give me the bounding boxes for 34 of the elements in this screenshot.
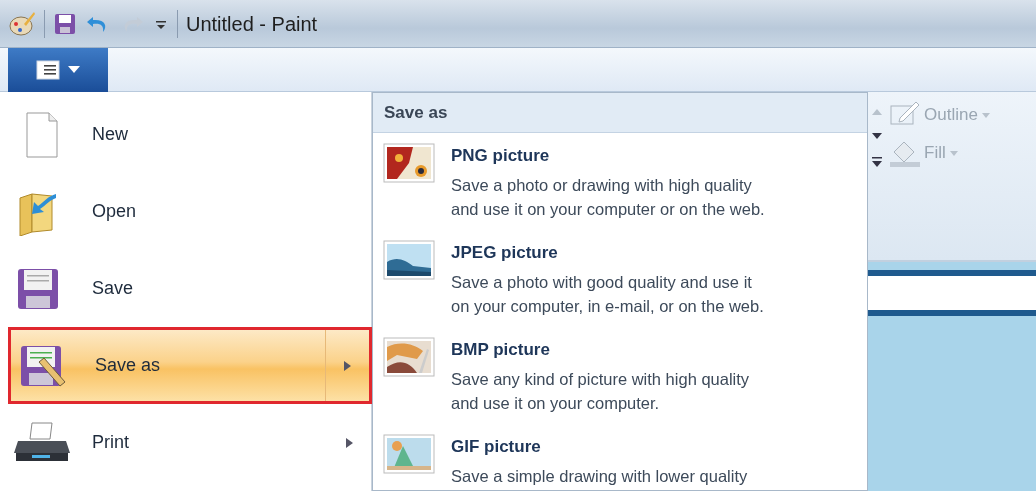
flowers-thumbnail-icon	[383, 143, 435, 183]
panel-header: Save as	[373, 93, 867, 133]
option-description: Save a photo with good quality and use it on your computer, in e-mail, or on the web.	[451, 271, 764, 317]
caret-icon	[981, 112, 990, 118]
landscape-thumbnail-icon	[383, 240, 435, 280]
document-list-icon	[36, 60, 60, 80]
option-description: Save a simple drawing with lower quality	[451, 465, 748, 487]
expand-icon[interactable]	[872, 156, 882, 168]
scroll-down-icon[interactable]	[872, 132, 882, 140]
option-title: GIF picture	[451, 436, 542, 458]
save-format-option[interactable]: GIF picture Save a simple drawing with lower quality	[373, 424, 867, 490]
window-title: Untitled - Paint	[186, 11, 318, 37]
menu-item[interactable]: New	[0, 96, 371, 173]
menu-item[interactable]: Print	[0, 404, 371, 481]
option-title: PNG picture	[451, 145, 551, 167]
paint-brushes-thumbnail-icon	[383, 337, 435, 377]
menu-item[interactable]: Open	[0, 173, 371, 250]
submenu-arrow-icon	[345, 437, 353, 448]
save-format-option[interactable]: PNG picture Save a photo or drawing with high quality and use it on your computer or on the web.	[373, 133, 867, 230]
save-format-option[interactable]: BMP picture Save any kind of picture with high quality and use it on your computer.	[373, 327, 867, 424]
caret-icon	[949, 150, 958, 156]
option-title: JPEG picture	[451, 242, 559, 264]
option-description: Save any kind of picture with high quality and use it on your computer.	[451, 368, 750, 414]
file-menu-button[interactable]	[8, 48, 108, 92]
submenu-arrow-icon	[344, 360, 351, 371]
option-title: BMP picture	[451, 339, 551, 361]
menu-item[interactable]: Save	[0, 250, 371, 327]
save-format-option[interactable]: JPEG picture Save a photo with good quality and use it on your computer, in e-mail, or on the web.	[373, 230, 867, 327]
tent-thumbnail-icon	[383, 434, 435, 474]
menu-item[interactable]: Save as	[8, 327, 372, 404]
caret-icon	[68, 66, 80, 74]
save-icon[interactable]	[53, 11, 77, 36]
page-icon	[26, 111, 58, 158]
option-description: Save a photo or drawing with high quality and use it on your computer or on the web.	[451, 174, 765, 220]
